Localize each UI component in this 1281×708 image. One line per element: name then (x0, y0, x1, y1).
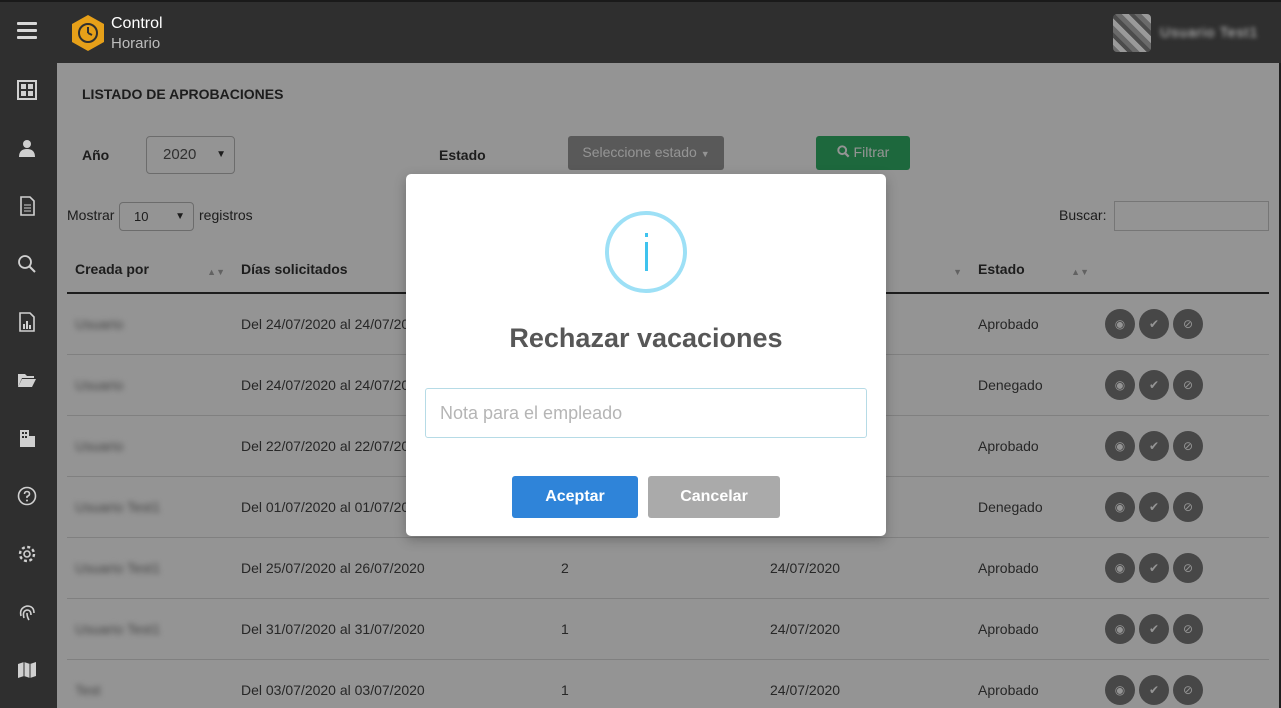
info-icon (605, 211, 687, 293)
accept-button[interactable]: Aceptar (512, 476, 638, 518)
brand-subname: Horario (111, 35, 161, 52)
document-icon[interactable] (15, 194, 39, 218)
top-bar: Control Horario Usuario Test1 (0, 0, 1281, 63)
search-icon[interactable] (15, 252, 39, 276)
building-icon[interactable] (15, 426, 39, 450)
map-icon[interactable] (15, 658, 39, 682)
help-icon[interactable] (15, 484, 39, 508)
gear-icon[interactable] (15, 542, 39, 566)
sidebar (0, 63, 57, 708)
employee-note-input[interactable] (425, 388, 867, 438)
brand-name: Control (111, 15, 163, 32)
clock-logo-icon (72, 15, 104, 51)
report-icon[interactable] (15, 310, 39, 334)
avatar[interactable] (1113, 14, 1151, 52)
user-icon[interactable] (15, 136, 39, 160)
cancel-button[interactable]: Cancelar (648, 476, 780, 518)
dashboard-icon[interactable] (15, 78, 39, 102)
fingerprint-icon[interactable] (15, 600, 39, 624)
user-name[interactable]: Usuario Test1 (1160, 24, 1258, 40)
dialog-title: Rechazar vacaciones (509, 323, 783, 353)
menu-icon[interactable] (17, 22, 37, 40)
reject-vacation-dialog: Rechazar vacaciones Aceptar Cancelar (406, 174, 886, 536)
folder-icon[interactable] (15, 368, 39, 392)
